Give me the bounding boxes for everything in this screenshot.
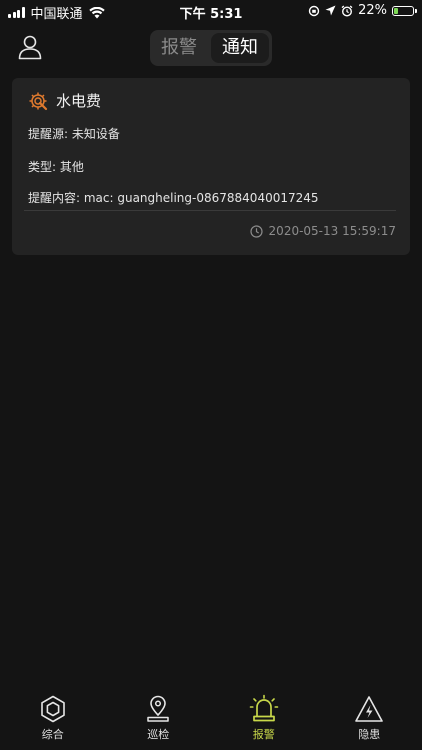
battery-percent: 22%: [358, 3, 387, 18]
notification-content: 提醒内容: mac: guangheling-0867884040017245: [28, 191, 319, 205]
orientation-lock-icon: [308, 5, 320, 16]
notification-source: 提醒源: 未知设备: [28, 127, 120, 141]
tab-alarm[interactable]: 报警: [150, 30, 208, 66]
user-profile-icon[interactable]: [16, 33, 44, 61]
notification-title: 水电费: [56, 92, 102, 110]
settings-wrench-icon: [29, 92, 48, 110]
nav-item-overview[interactable]: 综合: [18, 692, 88, 750]
hexagon-icon: [40, 695, 65, 723]
notification-timestamp: 2020-05-13 15:59:17: [268, 224, 396, 238]
header: 报警 通知: [0, 24, 422, 72]
clock-icon: [249, 224, 263, 238]
warning-bolt-icon: [355, 696, 384, 722]
card-title: 水电费: [28, 90, 101, 111]
battery-icon: [392, 5, 417, 16]
nav-label: 巡检: [147, 728, 170, 741]
status-bar: 中国联通 下午 5:31 22%: [0, 0, 422, 24]
notification-time: 2020-05-13 15:59:17: [249, 224, 396, 238]
card-divider: [24, 210, 396, 211]
nav-label: 报警: [252, 728, 275, 741]
alarm-clock-icon: [341, 5, 353, 17]
nav-item-inspection[interactable]: 巡检: [123, 692, 193, 750]
location-arrow-icon: [325, 5, 336, 16]
bottom-nav: 综合 巡检 报警 隐患: [0, 692, 422, 750]
location-pin-icon: [147, 695, 169, 722]
nav-item-alarm[interactable]: 报警: [229, 692, 299, 750]
nav-label: 隐患: [358, 728, 381, 741]
status-right: 22%: [308, 3, 417, 18]
notification-card[interactable]: 水电费 提醒源: 未知设备 类型: 其他 提醒内容: mac: guanghel…: [12, 78, 410, 255]
alarm-light-icon: [249, 694, 279, 722]
segment-control: 报警 通知: [150, 30, 272, 66]
notification-type: 类型: 其他: [28, 160, 84, 174]
tab-notification[interactable]: 通知: [211, 33, 269, 63]
nav-item-hazard[interactable]: 隐患: [334, 692, 404, 750]
nav-label: 综合: [41, 728, 64, 741]
